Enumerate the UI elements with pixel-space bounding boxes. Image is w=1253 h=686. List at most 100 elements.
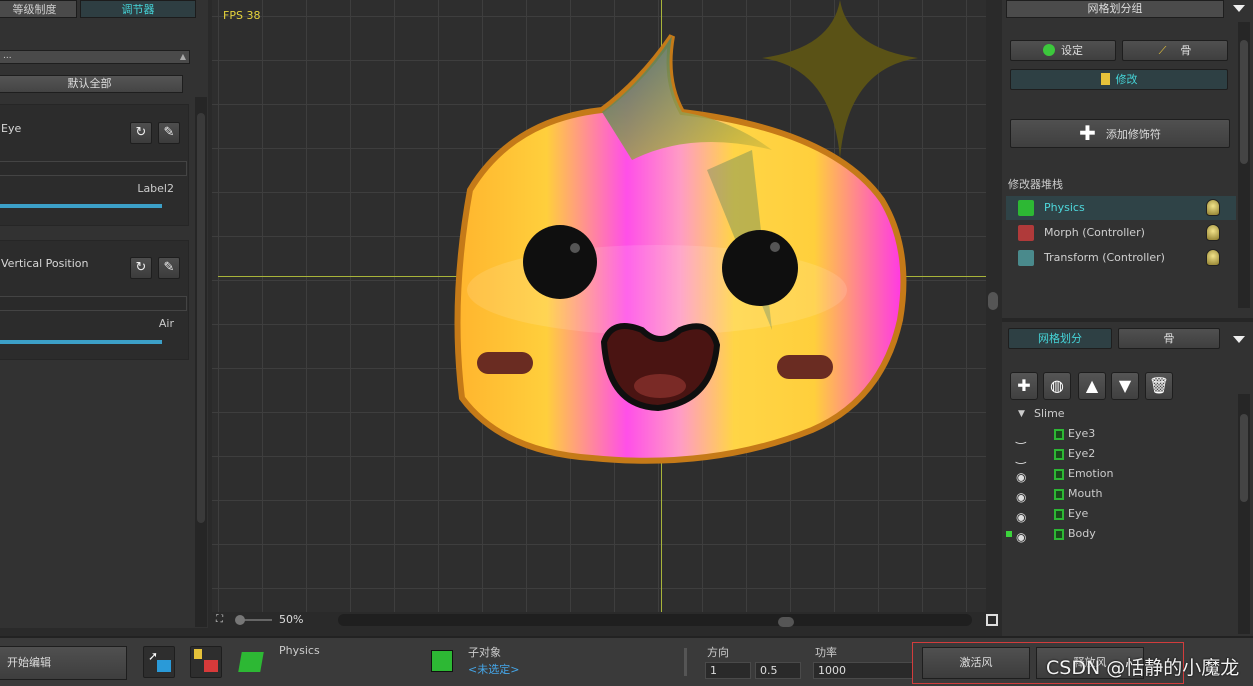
lightbulb-icon[interactable]: [1206, 199, 1220, 216]
layer-name: Body: [1068, 527, 1096, 540]
mesh-panel: 网格划分 骨 ✚ ◍ ▲ ▼ 🗑 ▼ Slime ‿ Eye3 ‿ Eye2 ◉…: [1002, 318, 1253, 636]
viewport-horizontal-scrollbar[interactable]: [338, 614, 972, 627]
watermark: CSDN @恬静的小魔龙: [1046, 657, 1240, 679]
direction-y-input[interactable]: 0.5: [755, 662, 801, 679]
bulb-small-icon: [194, 649, 202, 659]
physics-icon: [238, 652, 264, 672]
mesh-layer-icon: [1054, 529, 1064, 540]
expand-arrow-icon[interactable]: ▼: [1018, 404, 1025, 424]
layer-name: Mouth: [1068, 487, 1103, 500]
slime-tip: [602, 36, 772, 160]
tab-hierarchy[interactable]: 等级制度: [0, 0, 77, 18]
layer-item[interactable]: ‿ Eye2: [1006, 444, 1236, 464]
modifier-item-morph[interactable]: Morph (Controller): [1006, 221, 1236, 245]
mesh-group-header: 网格划分组: [1006, 0, 1224, 18]
bone-icon: ⟋: [1158, 44, 1167, 57]
info-icon: [1043, 44, 1055, 56]
bone-label: 骨: [1180, 44, 1192, 57]
move-down-icon[interactable]: ▼: [1111, 372, 1139, 400]
viewport-bottom-bar: ⛶ 50%: [212, 612, 1000, 628]
start-edit-button[interactable]: 开始编辑: [0, 646, 127, 680]
layer-item[interactable]: ‿ Eye3: [1006, 424, 1236, 444]
scene-viewport[interactable]: FPS 38: [212, 0, 988, 612]
tab-bone[interactable]: 骨: [1118, 328, 1220, 349]
collapse-arrow-icon[interactable]: [1233, 5, 1245, 12]
scroll-thumb[interactable]: [988, 292, 998, 310]
scroll-thumb[interactable]: [778, 617, 794, 627]
refresh-icon[interactable]: ↻: [130, 122, 152, 144]
layer-name: Eye: [1068, 507, 1089, 520]
left-scrollbar[interactable]: [195, 97, 207, 627]
plus-icon: ✚: [1079, 121, 1096, 145]
child-object-value[interactable]: <未选定>: [468, 661, 519, 677]
refresh-icon[interactable]: ↻: [130, 257, 152, 279]
modify-icon: [1100, 73, 1110, 85]
lightbulb-icon[interactable]: [1206, 249, 1220, 266]
reset-all-button[interactable]: 默认全部: [0, 75, 183, 93]
modify-tab[interactable]: 修改: [1010, 69, 1228, 90]
controller-slider[interactable]: [0, 340, 162, 344]
power-label: 功率: [815, 646, 837, 659]
mesh-layer-icon: [1054, 469, 1064, 480]
modifier-item-transform[interactable]: Transform (Controller): [1006, 246, 1236, 270]
modifier-scrollbar[interactable]: [1238, 22, 1250, 308]
viewport-vertical-scrollbar[interactable]: [986, 0, 1000, 612]
corner-toggle[interactable]: [986, 614, 998, 626]
tongue: [634, 374, 686, 398]
bone-button[interactable]: ⟋ 骨: [1122, 40, 1228, 61]
controller-dropdown[interactable]: ... ▲: [0, 50, 190, 64]
controller-value-field[interactable]: [0, 161, 187, 176]
collapse-arrow-icon[interactable]: [1233, 336, 1245, 343]
move-up-icon[interactable]: ▲: [1078, 372, 1106, 400]
activate-wind-button[interactable]: 激活风: [922, 647, 1030, 679]
modify-label: 修改: [1115, 73, 1138, 86]
add-modifier-label: 添加修饰符: [1105, 128, 1161, 141]
tab-controller[interactable]: 调节器: [80, 0, 196, 18]
controller-title: Eye: [1, 122, 22, 135]
layer-root[interactable]: ▼ Slime: [1006, 404, 1236, 424]
separator: [684, 648, 687, 676]
plus-icon[interactable]: ✚: [1010, 372, 1038, 400]
controller-title: Vertical Position: [1, 257, 89, 270]
controller-value-label: Air: [158, 317, 174, 330]
child-object-label: 子对象: [468, 646, 501, 659]
left-panel: 等级制度 调节器 ... ▲ 默认全部 Eye ↻ ✎ Label2 Verti…: [0, 0, 208, 628]
scroll-thumb[interactable]: [1240, 414, 1248, 502]
layer-item[interactable]: ◉ Emotion: [1006, 464, 1236, 484]
controller-value-field[interactable]: [0, 296, 187, 311]
direction-x-input[interactable]: 1: [705, 662, 751, 679]
add-modifier-button[interactable]: ✚ 添加修饰符: [1010, 119, 1230, 148]
mesh-icon[interactable]: ◍: [1043, 372, 1071, 400]
scroll-thumb[interactable]: [1240, 40, 1248, 164]
zoom-slider-knob[interactable]: [235, 615, 245, 625]
controller-value-label: Label2: [137, 182, 174, 195]
layer-item[interactable]: ◉ Body: [1006, 524, 1236, 544]
modifier-name: Transform (Controller): [1044, 251, 1165, 264]
eye-icon[interactable]: ◉: [1016, 527, 1026, 547]
layer-item[interactable]: ◉ Mouth: [1006, 484, 1236, 504]
lightbulb-icon[interactable]: [1206, 224, 1220, 241]
lock-blue-icon: [157, 660, 171, 672]
lock-edit-icon[interactable]: [190, 646, 222, 678]
child-object-icon: [431, 650, 453, 672]
settings-button[interactable]: 设定: [1010, 40, 1116, 61]
scroll-thumb[interactable]: [197, 113, 205, 523]
controller-card: Eye ↻ ✎ Label2: [0, 104, 189, 226]
select-mode-icon[interactable]: ➚: [143, 646, 175, 678]
pencil-icon[interactable]: ✎: [158, 257, 180, 279]
fit-view-icon[interactable]: ⛶: [216, 614, 227, 625]
layer-name: Eye2: [1068, 447, 1096, 460]
pencil-icon[interactable]: ✎: [158, 122, 180, 144]
layer-scrollbar[interactable]: [1238, 394, 1250, 634]
modifier-item-physics[interactable]: Physics: [1006, 196, 1236, 220]
modifier-stack-title: 修改器堆栈: [1008, 178, 1063, 191]
layer-item[interactable]: ◉ Eye: [1006, 504, 1236, 524]
power-input[interactable]: 1000: [813, 662, 913, 679]
trash-icon[interactable]: 🗑: [1145, 372, 1173, 400]
layer-name: Slime: [1034, 407, 1065, 420]
tab-mesh[interactable]: 网格划分: [1008, 328, 1112, 349]
controller-slider[interactable]: [0, 204, 162, 208]
slime-character[interactable]: [212, 0, 988, 612]
dropdown-value: ...: [3, 51, 12, 61]
left-blush: [477, 352, 533, 374]
